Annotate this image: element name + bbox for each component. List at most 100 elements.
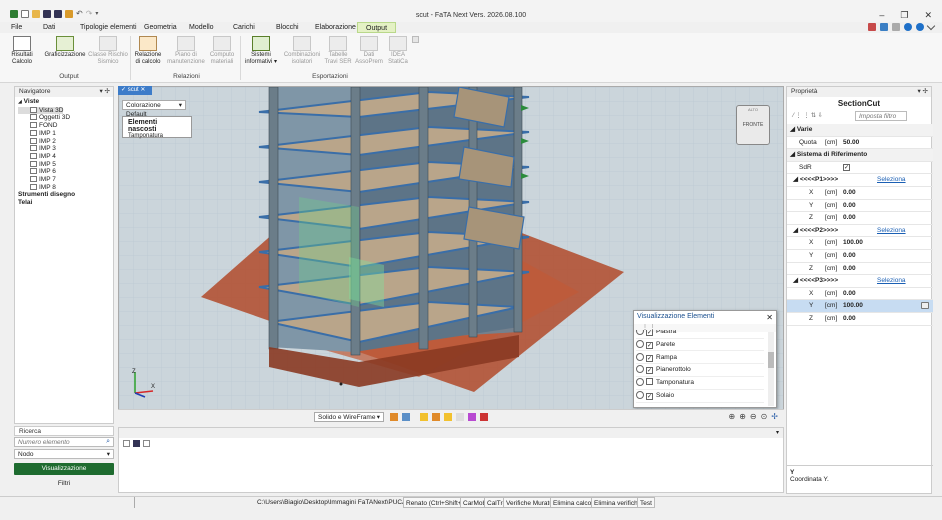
maximize-button[interactable]: ❐	[900, 10, 908, 21]
section-varie[interactable]: ◢ Varie	[787, 124, 933, 137]
visibility-item[interactable]: Tamponatura	[636, 377, 764, 390]
select-link[interactable]: Seleziona	[877, 275, 906, 287]
scrollbar[interactable]	[768, 332, 774, 406]
menu-geometria[interactable]: Geometria	[136, 22, 185, 33]
expand-icon[interactable]	[636, 352, 644, 361]
zoom-in-icon[interactable]: ⊕	[739, 412, 746, 421]
filters-link[interactable]: Filtri	[14, 480, 114, 487]
tree-tools[interactable]: Strumenti disegno	[18, 191, 110, 199]
render-mode-select[interactable]: Solido e WireFrame ▾	[314, 412, 384, 422]
expand-icon[interactable]	[636, 391, 644, 399]
tree-item[interactable]: IMP 6	[18, 168, 110, 176]
coordinate-row[interactable]: Y [cm] 0.00	[787, 250, 933, 263]
tree-item[interactable]: FOND	[18, 122, 110, 130]
assoprem-button[interactable]: Dati AssoPrem	[355, 36, 383, 66]
zoom-fit-icon[interactable]: ⊙	[761, 412, 768, 421]
select-link[interactable]: Seleziona	[877, 225, 906, 237]
coordinate-row[interactable]: Z [cm] 0.00	[787, 263, 933, 276]
coordinate-row[interactable]: Z [cm] 0.00	[787, 313, 933, 326]
menu-tipologie-elementi[interactable]: Tipologie elementi	[72, 22, 145, 33]
view-icon[interactable]	[480, 413, 488, 421]
coloring-select[interactable]: Colorazione Default ▾	[122, 100, 186, 118]
tab-scut[interactable]: ✓ scut ✕	[118, 86, 152, 95]
visualization-button[interactable]: Visualizzazione	[14, 463, 114, 475]
property-quota[interactable]: Quota [cm] 50.00	[787, 137, 933, 150]
pin-icon[interactable]: ▾ ✢	[917, 87, 928, 97]
building-model[interactable]	[258, 87, 530, 387]
status-button[interactable]: Test	[637, 497, 655, 508]
coordinate-row[interactable]: Y [cm] 0.00	[787, 200, 933, 213]
chevron-down-icon[interactable]	[926, 21, 936, 31]
layout-icon[interactable]	[880, 23, 888, 31]
ser-tables-button[interactable]: Tabelle Travi SER	[323, 36, 353, 66]
save-icon[interactable]	[133, 440, 140, 447]
coordinate-row[interactable]: X [cm] 0.00	[787, 288, 933, 301]
coordinate-row[interactable]: X [cm] 100.00	[787, 237, 933, 250]
view-icon[interactable]	[468, 413, 476, 421]
point-header[interactable]: ◢ <<<<P2>>>> Seleziona	[787, 225, 933, 238]
visibility-item[interactable]: ✓ Solaio	[636, 390, 764, 403]
graphics-button[interactable]: Graficizzazione	[42, 36, 88, 59]
menu-dati[interactable]: Dati	[35, 22, 63, 33]
tree-item[interactable]: IMP 8	[18, 183, 110, 192]
point-header[interactable]: ◢ <<<<P1>>>> Seleziona	[787, 174, 933, 187]
menu-elaborazione[interactable]: Elaborazione	[307, 22, 364, 33]
isolators-button[interactable]: Combinazioni isolatori	[283, 36, 321, 66]
tree-item[interactable]: IMP 3	[18, 145, 110, 153]
report-button[interactable]: Relazione di calcolo	[133, 36, 163, 66]
view-icon[interactable]	[432, 413, 440, 421]
element-number-input[interactable]	[14, 437, 114, 447]
tree-item[interactable]: IMP 1	[18, 129, 110, 138]
zoom-icon[interactable]: ⊕	[728, 412, 735, 421]
tree-frames[interactable]: Telai	[18, 199, 110, 207]
visibility-item[interactable]: ✓ Piastra	[636, 330, 764, 339]
tree-item[interactable]: IMP 7	[18, 176, 110, 184]
help-icon[interactable]	[904, 23, 912, 31]
star-icon[interactable]	[892, 23, 900, 31]
menu-modello[interactable]: Modello	[181, 22, 222, 33]
menu-file[interactable]: File	[3, 22, 30, 33]
checkbox[interactable]: ✓	[646, 330, 653, 336]
page-icon[interactable]	[123, 440, 130, 447]
settings-icon[interactable]	[868, 23, 876, 31]
menu-output[interactable]: Output	[357, 22, 397, 33]
tree-item[interactable]: IMP 2	[18, 137, 110, 146]
coordinate-row[interactable]: Z [cm] 0.00	[787, 212, 933, 225]
view-icon[interactable]	[390, 413, 398, 421]
section-reference-system[interactable]: ◢ Sistema di Riferimento	[787, 149, 933, 162]
expand-icon[interactable]	[412, 36, 419, 43]
results-button[interactable]: Risultati Calcolo	[8, 36, 36, 66]
checkbox[interactable]: ✓	[646, 367, 653, 375]
property-filter-input[interactable]	[855, 111, 907, 121]
checkbox[interactable]: ✓	[646, 354, 653, 362]
close-icon[interactable]: ✕	[766, 313, 773, 322]
expand-icon[interactable]	[636, 330, 644, 335]
idea-statica-button[interactable]: IDEA StatiCa	[385, 36, 411, 66]
info-systems-button[interactable]: Sistemi informativi ▾	[243, 36, 279, 66]
checkbox[interactable]: ✓	[646, 341, 653, 349]
maintenance-button[interactable]: Piano di manutenzione	[166, 36, 206, 66]
tree-item[interactable]: IMP 4	[18, 152, 110, 161]
info-icon[interactable]	[916, 23, 924, 31]
menu-carichi[interactable]: Carichi	[225, 22, 263, 33]
scrollbar-thumb[interactable]	[768, 352, 774, 368]
visibility-item[interactable]: ✓ Rampa	[636, 352, 764, 365]
view-cube[interactable]: ALTO FRONTE	[736, 105, 770, 145]
checkbox[interactable]: ✓	[843, 163, 850, 171]
sort-icon[interactable]: ⁄ ⋮ ⋮ ⇅ ⇩	[793, 112, 823, 119]
minimize-button[interactable]: –	[879, 10, 884, 21]
tree-item[interactable]: IMP 5	[18, 160, 110, 169]
view-icon[interactable]	[444, 413, 452, 421]
tree-root[interactable]: ◢ Viste	[18, 98, 110, 107]
view-icon[interactable]	[420, 413, 428, 421]
copy-icon[interactable]	[143, 440, 150, 447]
zoom-out-icon[interactable]: ⊖	[750, 412, 757, 421]
view-icon[interactable]	[456, 413, 464, 421]
risk-class-button[interactable]: Classe Rischio Sismico	[88, 36, 128, 66]
visibility-item[interactable]: ✓ Pianerottolo	[636, 364, 764, 377]
checkbox[interactable]: ✓	[646, 393, 653, 400]
coordinate-row[interactable]: Y [cm] 100.00	[787, 300, 933, 313]
point-header[interactable]: ◢ <<<<P3>>>> Seleziona	[787, 275, 933, 288]
hidden-element-item[interactable]: Tamponatura	[128, 133, 186, 139]
node-select[interactable]: Nodo ▾	[14, 449, 114, 459]
